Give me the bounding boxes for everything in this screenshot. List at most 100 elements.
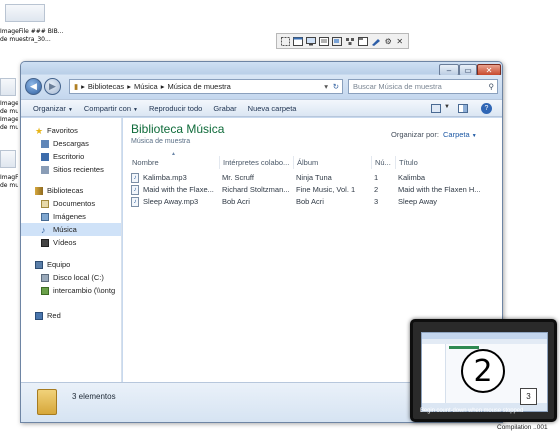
desktop-icon-label: de muestra_30...	[0, 36, 51, 43]
file-artist: Richard Stoltzman...	[222, 185, 290, 194]
command-bar: Organizar ▼ Compartir con ▼ Reproducir tod…	[21, 99, 502, 117]
audio-file-icon: ♪	[131, 197, 139, 207]
view-options-icon[interactable]	[431, 104, 441, 113]
region-capture-icon[interactable]	[332, 36, 342, 46]
address-bar[interactable]: ▮ ▸ Bibliotecas ▸ Música ▸ Música de mue…	[69, 79, 343, 94]
library-folder-icon	[37, 389, 57, 415]
file-artist: Bob Acri	[222, 197, 250, 206]
freehand-capture-icon[interactable]	[371, 36, 381, 46]
breadcrumb-bibliotecas[interactable]: Bibliotecas	[88, 82, 124, 91]
countdown-popup: 2 3 Begin count-down when mouse stopped	[410, 319, 557, 422]
file-artist: Mr. Scruff	[222, 173, 254, 182]
desktop-icon-label: ImageFile	[0, 100, 18, 107]
library-subtitle[interactable]: Música de muestra	[131, 138, 190, 145]
scroll-capture-icon[interactable]	[319, 36, 329, 46]
screen-capture-icon[interactable]	[306, 36, 316, 46]
libraries-icon	[35, 186, 43, 195]
forward-button[interactable]: ▶	[44, 78, 61, 95]
computer-icon	[35, 260, 43, 269]
close-icon[interactable]: ✕	[396, 36, 405, 46]
countdown-caption: Begin count-down when mouse stopped	[420, 408, 524, 414]
nav-musica[interactable]: ♪ Música	[21, 223, 121, 236]
window-capture-icon[interactable]	[293, 36, 303, 46]
settings-gear-icon[interactable]: ⚙	[384, 36, 393, 46]
desktop-icon-label: de muest	[0, 182, 18, 189]
new-folder-button[interactable]: Nueva carpeta	[248, 104, 297, 113]
star-icon: ★	[35, 125, 44, 136]
folder-icon: ▮	[74, 82, 79, 91]
library-title: Biblioteca Música	[131, 122, 225, 136]
address-sep: ▸	[160, 82, 165, 91]
file-name: Maid with the Flaxe...	[143, 185, 214, 194]
file-name: Sleep Away.mp3	[143, 197, 199, 206]
file-number: 1	[374, 173, 379, 182]
breadcrumb-musica[interactable]: Música	[134, 82, 158, 91]
desktop-icon-label: ImageFile ### BIB...	[0, 28, 64, 35]
search-placeholder: Buscar Música de muestra	[353, 82, 442, 91]
column-header-titulo[interactable]: Título	[395, 156, 495, 169]
file-album: Ninja Tuna	[296, 173, 332, 182]
breadcrumb-musica-de-muestra[interactable]: Música de muestra	[167, 82, 230, 91]
arrange-by-dropdown[interactable]: Carpeta ▼	[443, 130, 477, 139]
file-title: Maid with the Flaxen H...	[398, 185, 481, 194]
drive-icon	[41, 273, 49, 282]
file-album: Bob Acri	[296, 197, 324, 206]
recent-places-icon	[41, 165, 49, 174]
item-count: 3 elementos	[72, 392, 116, 401]
desktop-image-icon[interactable]	[0, 78, 16, 96]
table-row[interactable]: ♪ Maid with the Flaxe... Richard Stoltzm…	[129, 184, 495, 196]
nav-equipo[interactable]: Equipo	[35, 258, 135, 271]
footer-text: Compilation ..001	[497, 424, 548, 431]
address-row: ◀ ▶ ▮ ▸ Bibliotecas ▸ Música ▸ Música de…	[21, 75, 502, 99]
preview-pane-icon[interactable]	[458, 104, 468, 113]
network-icon	[35, 311, 43, 320]
file-title: Kalimba	[398, 173, 426, 182]
desktop-icon-label: de mue	[0, 124, 18, 131]
nav-favoritos[interactable]: ★ Favoritos	[35, 124, 135, 137]
audio-file-icon: ♪	[131, 185, 139, 195]
file-title: Sleep Away	[398, 197, 438, 206]
file-number: 3	[374, 197, 379, 206]
file-name: Kalimba.mp3	[143, 173, 187, 182]
organize-button[interactable]: Organizar ▼	[33, 104, 73, 113]
documents-icon	[41, 199, 49, 208]
capture-toolbar: ⚙ ✕	[276, 33, 409, 49]
address-sep: ▸	[81, 82, 85, 91]
help-icon[interactable]: ?	[481, 103, 492, 114]
view-dropdown-icon[interactable]: ▼	[444, 104, 450, 110]
fixed-region-icon[interactable]	[281, 36, 290, 46]
menu-capture-icon[interactable]	[358, 36, 368, 46]
desktop-icon-label: Image	[0, 116, 18, 123]
burn-button[interactable]: Grabar	[213, 104, 236, 113]
nav-red[interactable]: Red	[35, 309, 135, 322]
title-bar[interactable]: – ▭ ✕	[21, 62, 502, 76]
music-note-icon: ♪	[41, 224, 46, 235]
nav-bibliotecas[interactable]: Bibliotecas	[35, 184, 135, 197]
column-header-nombre[interactable]: Nombre	[129, 156, 219, 169]
table-row[interactable]: ♪ Kalimba.mp3 Mr. Scruff Ninja Tuna 1 Ka…	[129, 172, 495, 184]
desktop-icon-label: ImagFile	[0, 174, 18, 181]
arrange-by-label: Organizar por:	[391, 130, 439, 139]
file-number: 2	[374, 185, 379, 194]
share-with-button[interactable]: Compartir con ▼	[84, 104, 138, 113]
search-input[interactable]: Buscar Música de muestra ⚲	[348, 79, 498, 94]
desktop-icon-label: de muest	[0, 108, 18, 115]
table-row[interactable]: ♪ Sleep Away.mp3 Bob Acri Bob Acri 3 Sle…	[129, 196, 495, 208]
file-album: Fine Music, Vol. 1	[296, 185, 356, 194]
column-header-album[interactable]: Álbum	[293, 156, 371, 169]
column-header-interpretes[interactable]: Intérpretes colabo...	[219, 156, 293, 169]
desktop-image-icon[interactable]	[5, 4, 45, 22]
play-all-button[interactable]: Reproducir todo	[149, 104, 202, 113]
network-drive-icon	[41, 286, 49, 295]
objects-capture-icon[interactable]	[345, 36, 355, 46]
desktop-image-icon[interactable]	[0, 150, 16, 168]
back-button[interactable]: ◀	[25, 78, 42, 95]
address-sep: ▸	[127, 82, 131, 91]
search-icon[interactable]: ⚲	[489, 82, 495, 91]
downloads-folder-icon	[41, 139, 49, 148]
nav-intercambio[interactable]: intercambio (\\ontg	[41, 284, 121, 297]
refresh-icon[interactable]: ↻	[333, 82, 339, 91]
column-header-numero[interactable]: Nú...	[371, 156, 395, 169]
address-dropdown-icon[interactable]: ▾	[324, 82, 328, 91]
pictures-icon	[41, 212, 49, 221]
